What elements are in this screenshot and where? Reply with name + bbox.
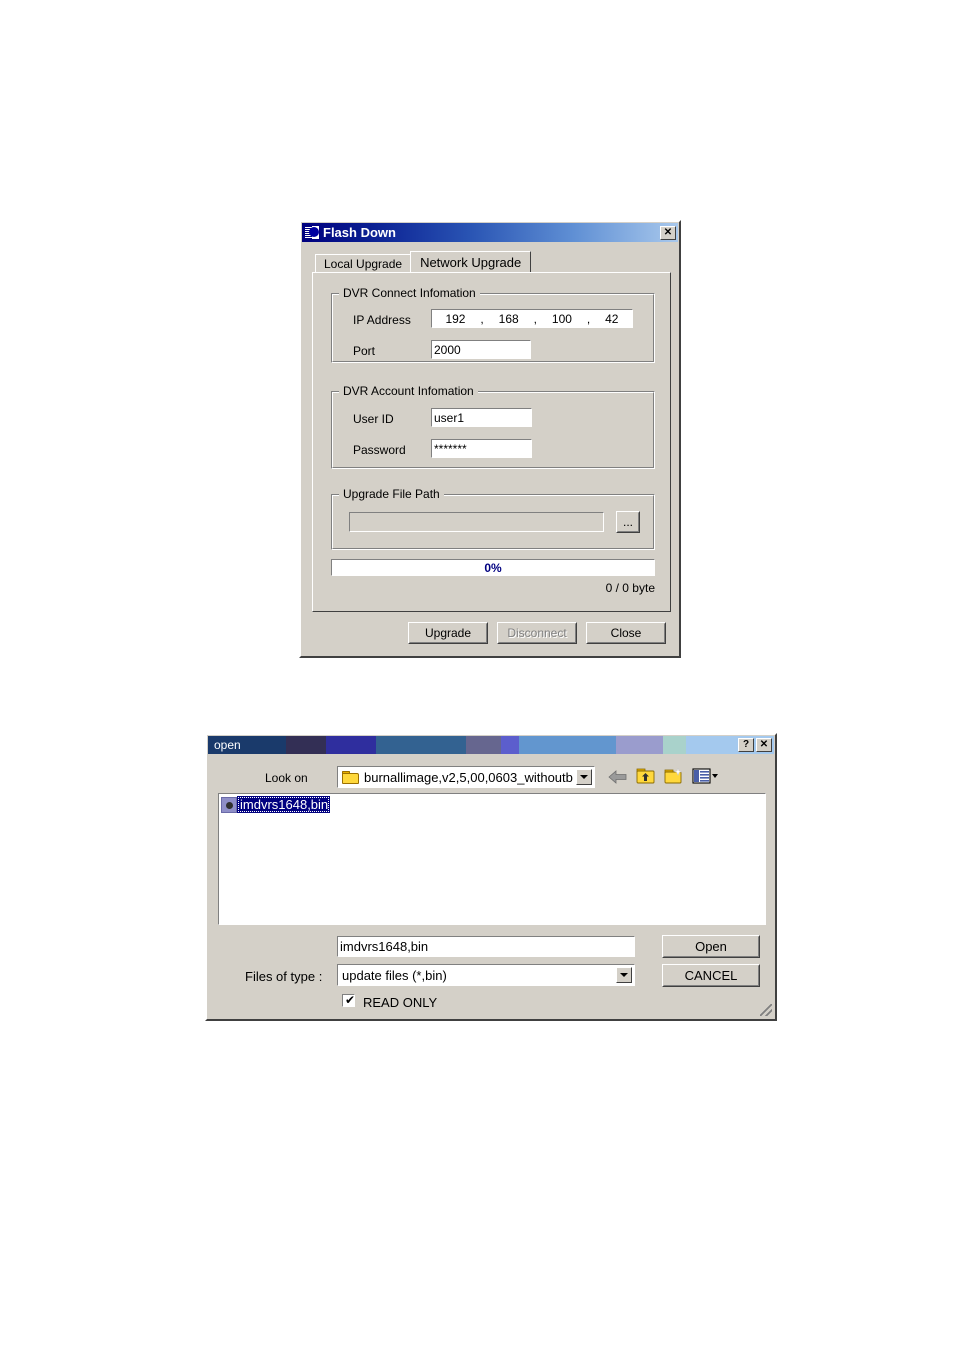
look-in-label: Look on bbox=[265, 771, 308, 785]
progress-percent-label: 0% bbox=[484, 560, 502, 575]
ip-octet-1: 192 bbox=[445, 311, 466, 326]
look-in-value: burnallimage,v2,5,00,0603_withoutb bbox=[364, 769, 573, 785]
ip-octet-4: 42 bbox=[605, 311, 619, 326]
progress-byte-count: 0 / 0 byte bbox=[605, 581, 655, 595]
password-input[interactable]: ******* bbox=[431, 439, 532, 458]
check-icon: ✔ bbox=[345, 993, 356, 1007]
help-icon[interactable]: ? bbox=[738, 738, 754, 752]
upgrade-button[interactable]: Upgrade bbox=[408, 622, 488, 644]
password-label: Password bbox=[353, 443, 406, 457]
flash-app-icon bbox=[304, 225, 320, 240]
list-item-label: imdvrs1648,bin bbox=[237, 796, 331, 813]
open-button[interactable]: Open bbox=[662, 935, 760, 958]
browse-file-button[interactable]: ... bbox=[616, 511, 640, 533]
tabstrip: Local Upgrade Network Upgrade bbox=[315, 251, 532, 272]
look-in-combobox[interactable]: burnallimage,v2,5,00,0603_withoutb bbox=[337, 766, 595, 788]
list-item[interactable]: imdvrs1648,bin bbox=[221, 796, 331, 813]
network-upgrade-panel: DVR Connect Infomation IP Address 192 , … bbox=[312, 272, 671, 612]
dvr-connect-information-legend: DVR Connect Infomation bbox=[339, 287, 480, 300]
port-label: Port bbox=[353, 344, 376, 358]
upgrade-file-path-group: Upgrade File Path ... bbox=[331, 488, 655, 550]
flash-down-dialog: Flash Down ✕ Local Upgrade Network Upgra… bbox=[299, 220, 681, 658]
read-only-label: READ ONLY bbox=[363, 995, 438, 1010]
upgrade-file-path-legend: Upgrade File Path bbox=[339, 488, 444, 501]
open-dialog-title: open bbox=[214, 738, 241, 752]
read-only-checkbox[interactable]: ✔ bbox=[342, 994, 355, 1007]
dvr-account-information-legend: DVR Account Infomation bbox=[339, 385, 478, 398]
close-icon[interactable]: ✕ bbox=[660, 225, 676, 240]
flash-down-title: Flash Down bbox=[323, 224, 396, 240]
flash-down-titlebar[interactable]: Flash Down ✕ bbox=[302, 223, 678, 242]
tab-network-upgrade[interactable]: Network Upgrade bbox=[410, 251, 532, 272]
ip-address-label: IP Address bbox=[353, 313, 411, 327]
files-of-type-value: update files (*,bin) bbox=[342, 967, 447, 983]
upgrade-file-path-input[interactable] bbox=[349, 512, 604, 532]
user-id-label: User ID bbox=[353, 412, 394, 426]
files-of-type-combobox[interactable]: update files (*,bin) bbox=[337, 964, 635, 986]
chevron-down-icon[interactable] bbox=[616, 967, 632, 983]
ip-address-input[interactable]: 192 , 168 , 100 , 42 bbox=[431, 309, 633, 328]
new-folder-icon[interactable] bbox=[663, 766, 685, 786]
ip-separator-2: , bbox=[533, 311, 537, 326]
up-folder-icon[interactable] bbox=[635, 766, 657, 786]
ip-separator-3: , bbox=[586, 311, 591, 326]
upgrade-progress-bar: 0% bbox=[331, 559, 655, 576]
dvr-account-information-group: DVR Account Infomation User ID user1 Pas… bbox=[331, 385, 655, 469]
file-name-input[interactable]: imdvrs1648,bin bbox=[337, 936, 635, 957]
close-button[interactable]: Close bbox=[586, 622, 666, 644]
back-arrow-icon[interactable] bbox=[607, 767, 629, 787]
upgrade-button-label: Upgrade bbox=[424, 626, 472, 640]
ip-octet-2: 168 bbox=[498, 311, 519, 326]
files-of-type-label: Files of type : bbox=[245, 969, 323, 984]
file-listbox[interactable]: imdvrs1648,bin bbox=[218, 793, 766, 925]
cancel-button-label: CANCEL bbox=[684, 968, 738, 983]
open-dialog-titlebar[interactable]: open ? ✕ bbox=[208, 736, 774, 754]
ip-octet-3: 100 bbox=[551, 311, 572, 326]
disconnect-button[interactable]: Disconnect bbox=[497, 622, 577, 644]
close-icon[interactable]: ✕ bbox=[756, 738, 772, 752]
user-id-input[interactable]: user1 bbox=[431, 408, 532, 427]
cancel-button[interactable]: CANCEL bbox=[662, 964, 760, 987]
view-menu-icon[interactable] bbox=[692, 766, 720, 786]
chevron-down-icon[interactable] bbox=[576, 769, 592, 785]
open-file-dialog: open ? ✕ Look on burnallimage,v2,5,00,06… bbox=[205, 733, 777, 1021]
tab-local-upgrade[interactable]: Local Upgrade bbox=[315, 254, 412, 272]
bin-file-icon bbox=[221, 796, 237, 813]
close-button-label: Close bbox=[610, 626, 642, 640]
port-input[interactable]: 2000 bbox=[431, 340, 531, 359]
browse-file-label: ... bbox=[622, 515, 633, 529]
ip-separator-1: , bbox=[480, 311, 484, 326]
open-button-label: Open bbox=[695, 939, 727, 954]
dvr-connect-information-group: DVR Connect Infomation IP Address 192 , … bbox=[331, 287, 655, 363]
resize-grip[interactable] bbox=[760, 1004, 772, 1016]
disconnect-button-label: Disconnect bbox=[507, 626, 567, 640]
folder-icon bbox=[342, 770, 360, 785]
